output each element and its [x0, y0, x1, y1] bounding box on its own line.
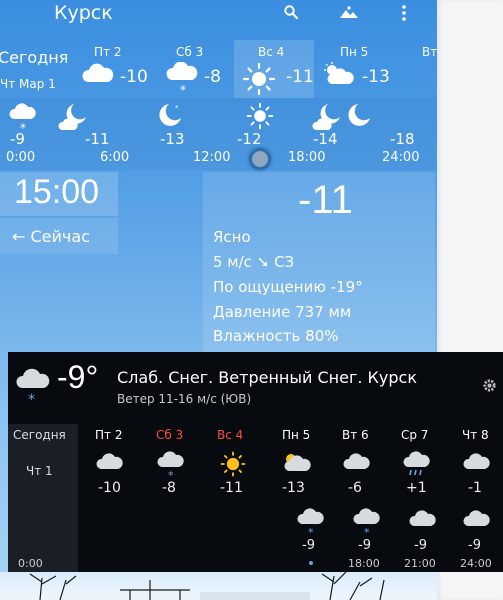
gear-icon[interactable]	[482, 378, 497, 397]
widget-hour-temp: -9	[414, 538, 427, 553]
widget-day-temp: -1	[468, 480, 482, 496]
day-tab-sat[interactable]: Сб 3 * -8	[162, 40, 242, 98]
hour-time: 12:00	[193, 150, 231, 165]
hour-temp: -12	[237, 130, 262, 148]
cloud-icon	[95, 451, 125, 475]
hour-time: 18:00	[288, 150, 326, 165]
partly-cloudy-icon	[322, 62, 358, 92]
cloud-icon	[80, 62, 116, 90]
widget-now-dot	[309, 561, 313, 565]
widget-hour-temp: -9	[468, 538, 481, 553]
widget-day-temp: +1	[406, 480, 427, 496]
cloud-icon	[408, 508, 438, 532]
top-bar: Курск	[0, 0, 437, 30]
cloud-icon	[462, 508, 492, 532]
city-title[interactable]: Курск	[54, 2, 113, 24]
widget-day-name: Чт 8	[462, 428, 489, 442]
moon-icon	[344, 102, 372, 134]
feels-like: По ощущению -19°	[213, 278, 363, 296]
widget-current-temp: -9°	[57, 359, 99, 395]
time-slider-handle[interactable]	[249, 148, 271, 170]
cloud-icon	[462, 451, 492, 475]
search-icon[interactable]	[283, 4, 299, 24]
widget-day-temp: -10	[98, 480, 121, 496]
widget-day-name: Пт 2	[95, 428, 123, 442]
svg-text:*: *	[308, 526, 314, 536]
condition-text: Ясно	[213, 228, 251, 246]
cloud-icon	[342, 451, 372, 475]
wind-direction: СЗ	[274, 253, 295, 271]
humidity: Влажность 80%	[213, 327, 339, 345]
wind-line: 5 м/с ➘ СЗ	[213, 253, 294, 271]
widget-day-name: Вт 6	[342, 428, 369, 442]
snow-cloud-icon: *	[352, 508, 382, 540]
widget-day-temp: -6	[348, 480, 362, 496]
hour-time: 0:00	[6, 150, 36, 165]
rain-cloud-icon	[402, 451, 432, 483]
snow-cloud-icon: *	[14, 366, 52, 410]
widget-condition: Слаб. Снег. Ветренный Снег. Курск	[117, 368, 417, 387]
sun-icon	[220, 451, 246, 481]
pressure: Давление 737 мм	[213, 303, 352, 321]
day-tab-tue[interactable]: Вт	[416, 40, 437, 98]
widget-today-label: Сегодня	[13, 428, 66, 442]
day-name: Пн 5	[340, 45, 369, 59]
svg-text:*: *	[28, 392, 35, 406]
hour-time: 6:00	[100, 150, 130, 165]
now-button-label[interactable]: ← Сейчас	[12, 227, 90, 246]
selected-time: 15:00	[14, 173, 100, 211]
current-temp: -11	[298, 178, 353, 222]
day-temp: -8	[204, 67, 221, 87]
widget-day-name: Вс 4	[217, 428, 244, 442]
more-vert-icon[interactable]	[400, 4, 408, 26]
hour-temp: -11	[85, 130, 110, 148]
landscape-icon[interactable]	[339, 4, 359, 24]
wind-speed: 5 м/с	[213, 253, 252, 271]
partly-cloudy-icon	[281, 451, 311, 477]
sun-icon	[242, 62, 276, 100]
hour-temp: -13	[160, 130, 185, 148]
widget-hour-start: 0:00	[18, 557, 43, 570]
day-temp: -10	[120, 67, 148, 87]
widget-day-name: Ср 7	[401, 428, 429, 442]
day-tab-mon[interactable]: Пн 5 -13	[320, 40, 400, 98]
day-tab-fri[interactable]: Пт 2 -10	[78, 40, 158, 98]
day-name: Вт	[422, 45, 437, 59]
widget-today-date: Чт 1	[26, 464, 53, 478]
widget-hour-time: 18:00	[348, 557, 380, 570]
widget-hour-temp: -9	[358, 538, 371, 553]
hour-temp: -18	[390, 130, 415, 148]
snow-cloud-icon: *	[156, 451, 186, 483]
wind-direction-icon: ➘	[256, 253, 270, 271]
today-date: Чт Мар 1	[0, 77, 56, 91]
hourly-forecast[interactable]: * * -9 -11 -13 -12 -14 -18 0:00 6:00 12:…	[0, 98, 437, 170]
hour-temp: -14	[313, 130, 338, 148]
svg-text:*: *	[175, 104, 179, 112]
day-temp: -11	[286, 67, 314, 87]
widget-today-column	[8, 424, 78, 572]
widget-day-temp: -8	[162, 480, 176, 496]
widget-hour-time: 24:00	[460, 557, 492, 570]
widget-wind: Ветер 11-16 м/с (ЮВ)	[117, 392, 252, 406]
svg-text:*: *	[364, 526, 370, 536]
hour-temp: -9	[10, 130, 25, 148]
day-temp: -13	[362, 67, 390, 87]
svg-text:*: *	[168, 469, 174, 479]
widget-day-name: Сб 3	[156, 428, 184, 442]
widget-day-name: Пн 5	[282, 428, 311, 442]
snow-cloud-icon: *	[164, 61, 200, 100]
svg-text:*: *	[180, 83, 186, 96]
widget-day-temp: -13	[282, 480, 305, 496]
background-scene	[0, 572, 437, 600]
widget-hour-temp: -9	[302, 538, 315, 553]
widget-hour-time: 21:00	[404, 557, 436, 570]
hour-time: 24:00	[382, 150, 420, 165]
snow-cloud-icon: *	[296, 508, 326, 540]
today-label[interactable]: Сегодня	[0, 48, 68, 67]
widget-day-temp: -11	[220, 480, 243, 496]
day-tab-sun[interactable]: Вс 4 -11	[234, 40, 314, 98]
